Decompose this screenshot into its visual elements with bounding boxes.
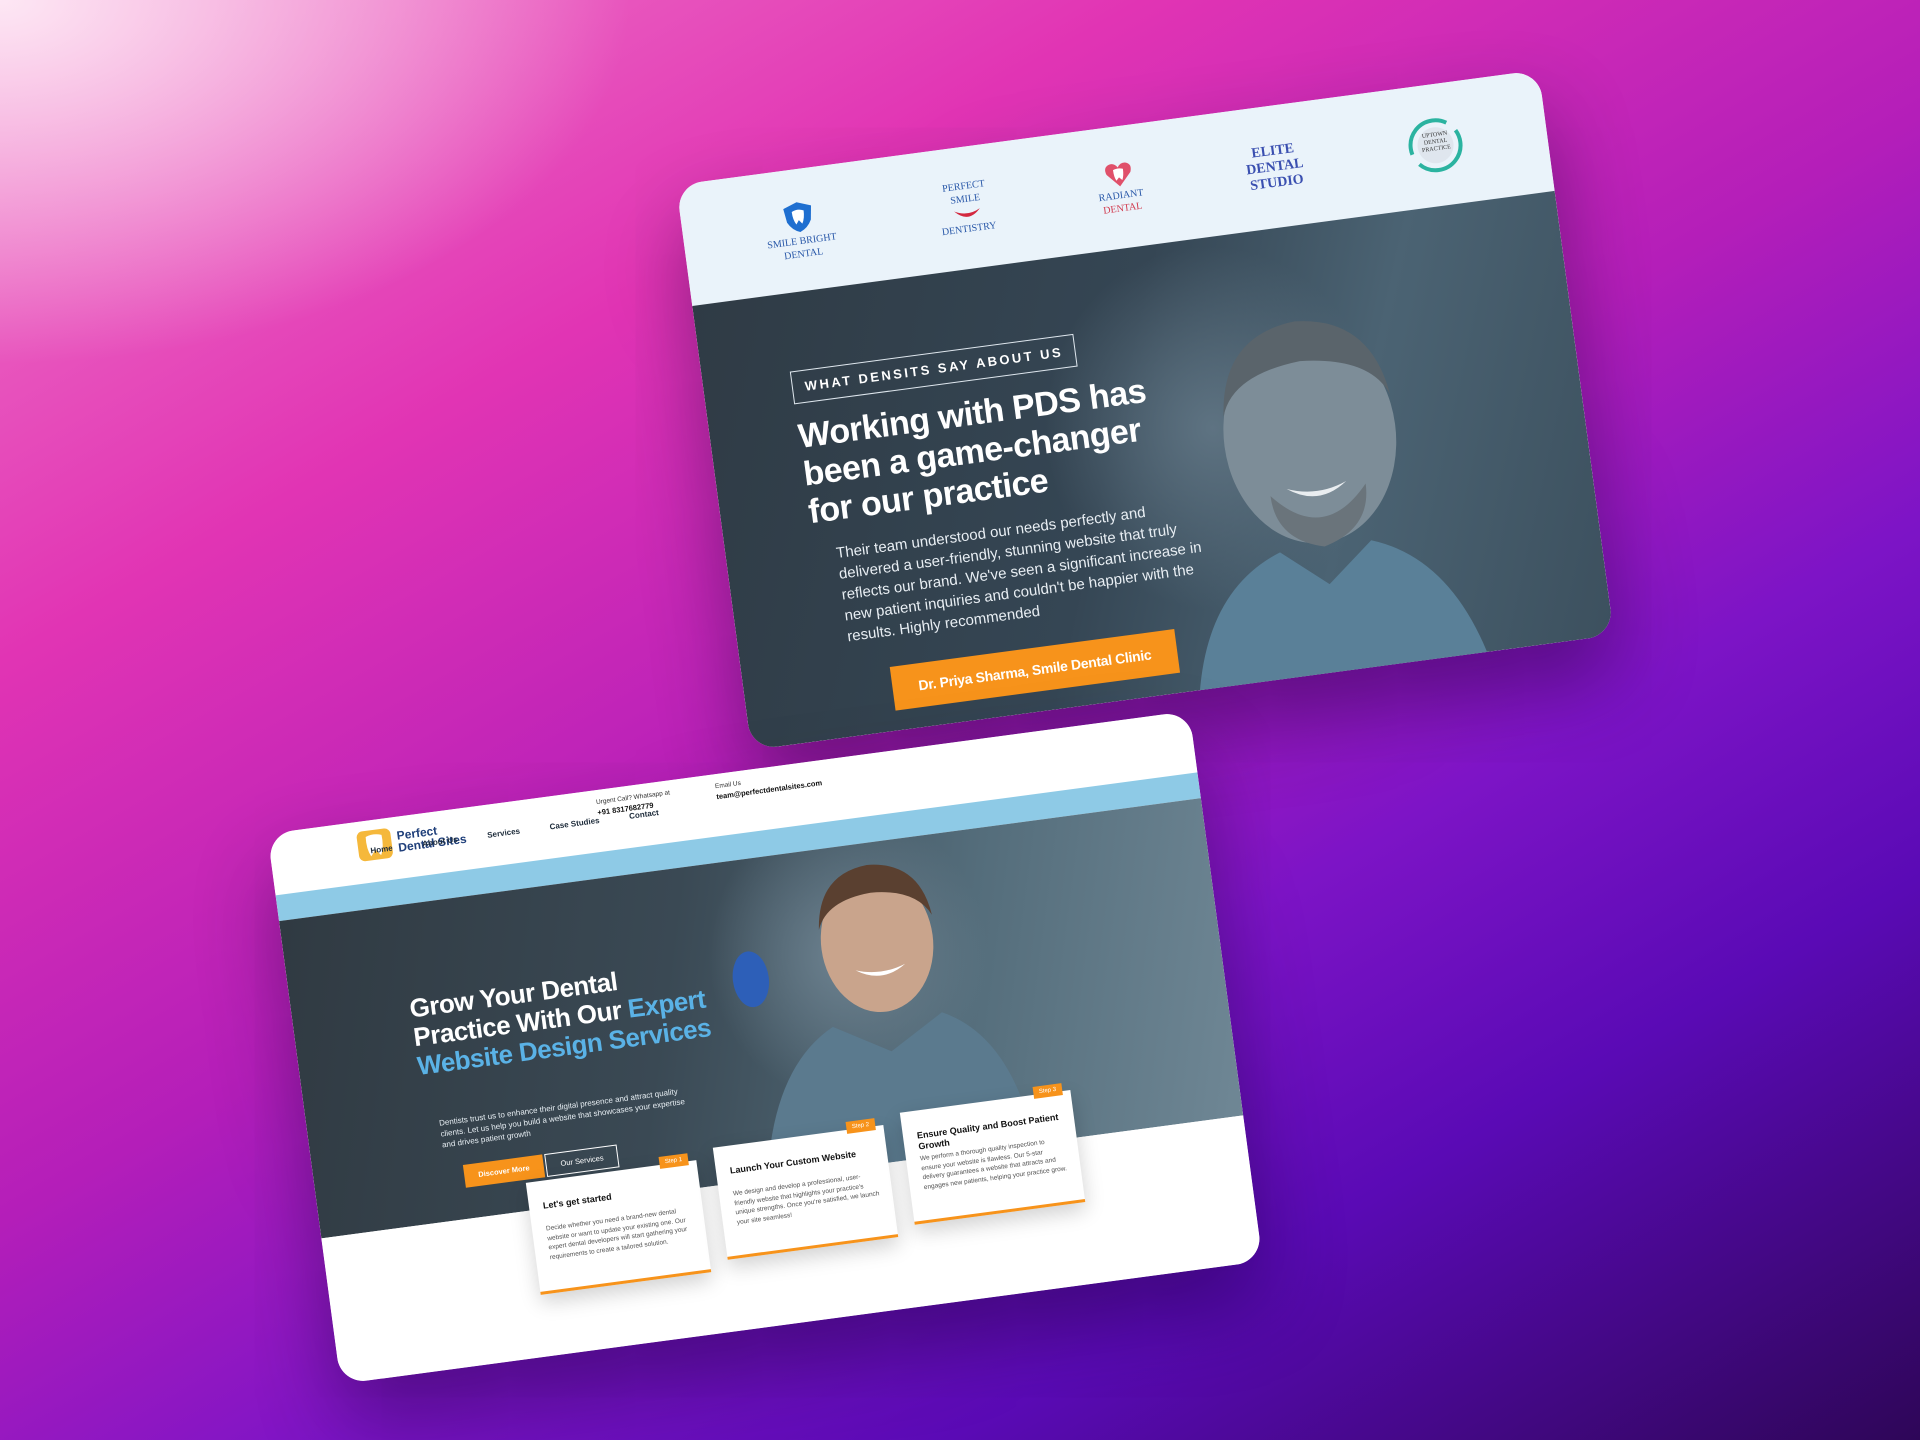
- client-logo: PERFECT SMILE DENTISTRY: [936, 178, 998, 238]
- step-card: Step 3 Ensure Quality and Boost Patient …: [899, 1083, 1086, 1225]
- logo-text: DENTAL: [1102, 200, 1144, 217]
- logo-text: SMILE: [949, 191, 981, 207]
- dentist-photo: [1199, 321, 1492, 703]
- logo-text: DENTISTRY: [941, 219, 998, 238]
- client-logo: SMILE BRIGHT DENTAL: [762, 196, 839, 265]
- homepage-card: Perfect Dental Sites Urgent Call? Whatsa…: [267, 710, 1263, 1385]
- step-badge: Step 2: [845, 1118, 876, 1134]
- step-badge: Step 3: [1032, 1083, 1063, 1099]
- step-badge: Step 1: [658, 1153, 689, 1169]
- client-logo: RADIANT DENTAL: [1094, 158, 1146, 217]
- step-card: Step 1 Let's get started Decide whether …: [525, 1153, 712, 1295]
- nav-services[interactable]: Services: [487, 827, 521, 840]
- hero-title: Grow Your Dental Practice With Our Exper…: [408, 954, 727, 1081]
- shield-tooth-icon: [783, 202, 812, 232]
- testimonial-author-button[interactable]: Dr. Priya Sharma, Smile Dental Clinic: [889, 629, 1180, 711]
- step-card: Step 2 Launch Your Custom Website We des…: [712, 1118, 899, 1260]
- hero-body: Dentists trust us to enhance their digit…: [438, 1086, 686, 1150]
- smile-icon: [953, 207, 980, 217]
- step-body: We design and develop a professional, us…: [732, 1173, 880, 1226]
- client-logo: UPTOWN DENTAL PRACTICE: [1403, 113, 1468, 178]
- header-email[interactable]: Email Us team@perfectdentalsites.com: [714, 768, 823, 803]
- testimonial-card: SMILE BRIGHT DENTAL PERFECT SMILE DENTIS…: [676, 69, 1614, 751]
- step-body: Decide whether you need a brand-new dent…: [545, 1208, 688, 1261]
- client-logo: ELITE DENTAL STUDIO: [1243, 141, 1306, 194]
- nav-case-studies[interactable]: Case Studies: [549, 816, 600, 832]
- logo-text: DENTAL: [783, 246, 824, 263]
- tooth-heart-icon: [1104, 162, 1131, 187]
